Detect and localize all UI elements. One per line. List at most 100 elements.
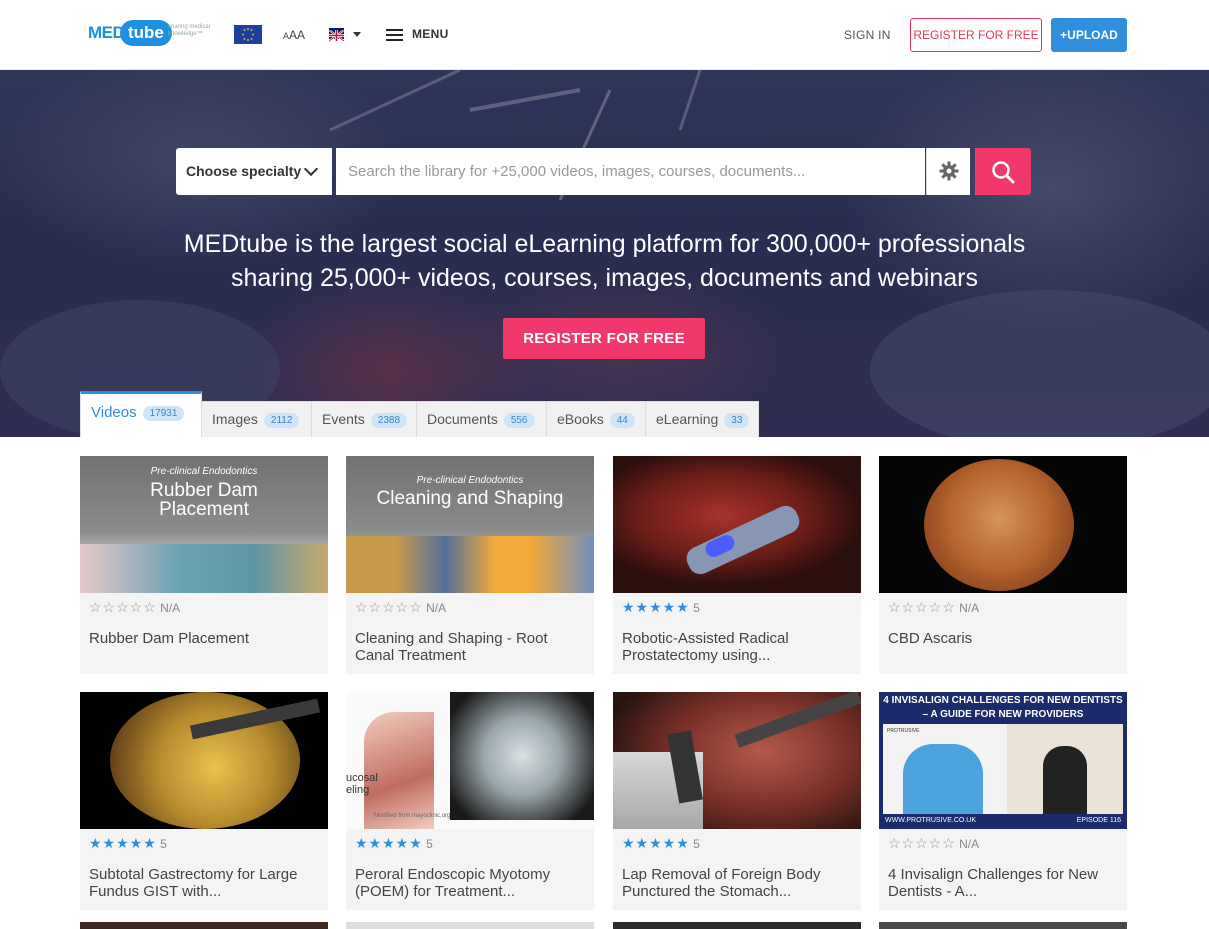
search-button[interactable] [975,148,1031,195]
next-row-thumbnails [0,922,1209,929]
rating-value: N/A [959,601,980,615]
video-thumbnail[interactable] [613,692,861,829]
video-card[interactable]: ★★★★★ 5 Lap Removal of Foreign Body Punc… [613,692,861,910]
tab-label: eLearning [656,411,719,427]
hero-tagline-line2: sharing 25,000+ videos, courses, images,… [231,264,978,292]
video-thumbnail[interactable]: Pre-clinical Endodontics Cleaning and Sh… [346,456,594,593]
star-rating-icons: ★★★★★ [622,835,690,851]
thumb-label: ucosal [346,772,378,784]
tab-elearning[interactable]: eLearning 33 [645,401,759,437]
rating-value: 5 [160,837,167,851]
star-rating-icons: ☆☆☆☆☆ [89,599,157,615]
specialty-dropdown[interactable]: Choose specialty [176,148,332,195]
tab-label: Documents [427,411,498,427]
tab-ebooks[interactable]: eBooks 44 [546,401,646,437]
video-thumbnail[interactable]: Pre-clinical Endodontics Rubber Dam Plac… [80,456,328,593]
video-title[interactable]: Rubber Dam Placement [89,630,321,647]
video-card[interactable]: 4 INVISALIGN CHALLENGES FOR NEW DENTISTS… [879,692,1127,910]
thumb-subtitle: Pre-clinical Endodontics [150,466,258,477]
thumb-footer-left: WWW.PROTRUSIVE.CO.UK [885,817,976,824]
sign-in-link[interactable]: SIGN IN [844,28,891,42]
video-card[interactable]: Pre-clinical Endodontics Rubber Dam Plac… [80,456,328,674]
video-thumbnail[interactable] [613,456,861,593]
tab-label: eBooks [557,411,604,427]
video-card[interactable]: ★★★★★ 5 Robotic-Assisted Radical Prostat… [613,456,861,674]
tab-label: Videos [91,404,137,421]
thumb-label: eling [346,784,370,796]
language-selector[interactable] [328,28,363,42]
video-title[interactable]: Robotic-Assisted Radical Prostatectomy u… [622,630,854,664]
chevron-down-icon [303,161,319,177]
rating-value: N/A [426,601,447,615]
video-title[interactable]: 4 Invisalign Challenges for New Dentists… [888,866,1120,900]
hamburger-icon [386,29,403,41]
video-thumbnail[interactable] [80,692,328,829]
tab-count-badge: 2388 [370,413,408,428]
thumb-heading: 4 INVISALIGN CHALLENGES FOR NEW DENTISTS [883,695,1123,706]
star-rating-icons: ★★★★★ [89,835,157,851]
thumb-heading: – A GUIDE FOR NEW PROVIDERS [922,709,1084,720]
tab-count-badge: 556 [503,413,535,428]
rating-value: 5 [693,601,700,615]
medtube-logo[interactable]: MED tube sharing medical knowledge™ [88,19,228,51]
tab-count-badge: 17931 [142,406,185,421]
star-rating-icons: ★★★★★ [355,835,423,851]
rating-value: 5 [426,837,433,851]
rating: ☆☆☆☆☆ N/A [355,599,446,615]
thumb-title-line1: Cleaning and Shaping [376,488,564,509]
rating: ★★★★★ 5 [622,599,700,615]
logo-tube-text: tube [120,20,172,46]
hero-banner: Choose specialty Search the library for … [0,70,1209,437]
register-button[interactable]: REGISTER FOR FREE [910,18,1042,52]
rating: ★★★★★ 5 [355,835,433,851]
tab-count-badge: 2112 [263,413,300,428]
video-thumbnail[interactable]: 4 INVISALIGN CHALLENGES FOR NEW DENTISTS… [879,692,1127,829]
thumb-caption: Modified from mayoclinic.org [374,813,451,819]
tab-count-badge: 44 [609,413,635,428]
thumb-title-line2: Placement [159,499,249,520]
video-card[interactable]: ☆☆☆☆☆ N/A CBD Ascaris [879,456,1127,674]
search-icon [992,161,1015,184]
logo-med-text: MED [88,23,125,42]
tab-documents[interactable]: Documents 556 [416,401,547,437]
tab-videos[interactable]: Videos 17931 [80,391,202,437]
tab-label: Images [212,411,258,427]
gear-icon [939,161,959,181]
search-bar: Choose specialty [176,148,1031,195]
star-rating-icons: ☆☆☆☆☆ [888,835,956,851]
video-title[interactable]: Peroral Endoscopic Myotomy (POEM) for Tr… [355,866,587,900]
menu-label: MENU [412,27,449,41]
rating: ☆☆☆☆☆ N/A [888,835,979,851]
rating: ☆☆☆☆☆ N/A [89,599,180,615]
uk-flag-icon [328,28,345,42]
star-rating-icons: ★★★★★ [622,599,690,615]
eu-flag-icon [234,25,262,44]
hero-register-button[interactable]: REGISTER FOR FREE [503,318,705,359]
site-header: MED tube sharing medical knowledge™ AAA [0,0,1209,70]
video-thumbnail[interactable]: ucosal eling Modified from mayoclinic.or… [346,692,594,829]
search-settings-button[interactable] [926,148,970,195]
hero-tagline-line1: MEDtube is the largest social eLearning … [183,230,1026,258]
chevron-down-icon [353,32,361,37]
video-card[interactable]: ★★★★★ 5 Subtotal Gastrectomy for Large F… [80,692,328,910]
rating-value: 5 [693,837,700,851]
video-title[interactable]: Cleaning and Shaping - Root Canal Treatm… [355,630,587,664]
tab-images[interactable]: Images 2112 [201,401,312,437]
rating: ☆☆☆☆☆ N/A [888,599,979,615]
rating-value: N/A [160,601,181,615]
video-thumbnail[interactable] [879,456,1127,593]
star-rating-icons: ☆☆☆☆☆ [888,599,956,615]
font-size-toggle[interactable]: AAA [283,28,305,42]
video-card[interactable]: ucosal eling Modified from mayoclinic.or… [346,692,594,910]
video-title[interactable]: CBD Ascaris [888,630,1120,647]
search-input[interactable] [336,148,925,195]
tab-events[interactable]: Events 2388 [311,401,417,437]
thumb-subtitle: Pre-clinical Endodontics [416,475,524,486]
upload-button[interactable]: +UPLOAD [1051,18,1127,52]
thumb-badge: PROTRUSIVE [887,728,920,734]
video-title[interactable]: Subtotal Gastrectomy for Large Fundus GI… [89,866,321,900]
video-title[interactable]: Lap Removal of Foreign Body Punctured th… [622,866,854,900]
video-card[interactable]: Pre-clinical Endodontics Cleaning and Sh… [346,456,594,674]
logo-tagline: sharing medical knowledge™ [168,24,211,37]
specialty-label: Choose specialty [186,163,302,179]
